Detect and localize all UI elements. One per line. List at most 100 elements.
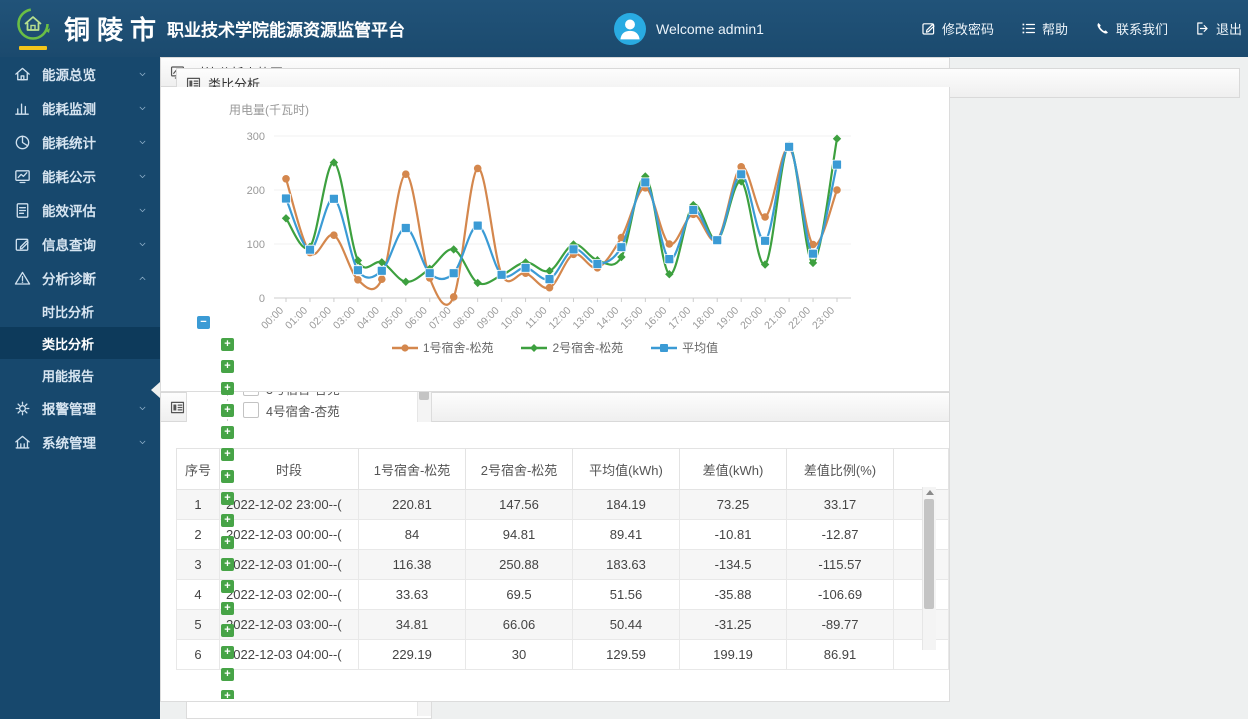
svg-text:08:00: 08:00: [451, 305, 478, 332]
sidebar-item-system-management[interactable]: 系统管理: [0, 425, 160, 459]
sidebar-item-efficiency-evaluation[interactable]: 能效评估: [0, 193, 160, 227]
app-root: 铜陵市 职业技术学院能源资源监管平台 Welcome admin1 修改密码 帮助…: [0, 0, 1248, 719]
chart-body: 用电量(千瓦时) 0 100 200 300 00:00 01:00 02:00 03:00 04…: [160, 87, 950, 392]
svg-text:200: 200: [247, 185, 265, 197]
table-cell: 73.25: [679, 489, 787, 520]
table-cell: 3: [176, 549, 220, 580]
expand-icon[interactable]: +: [221, 601, 234, 615]
edit-icon: [922, 23, 935, 35]
sidebar-subitem-analogy-analysis[interactable]: 类比分析: [0, 327, 160, 359]
compare-table-panel: 对比分析列表 序号时段1号宿舍-松苑2号宿舍-松苑平均值(kWh)差值(kWh)…: [160, 392, 950, 702]
sidebar-subitem-time-compare-analysis[interactable]: 时比分析: [0, 295, 160, 327]
svg-text:14:00: 14:00: [594, 305, 621, 332]
table-scrollbar-thumb[interactable]: [924, 499, 934, 609]
header-menu-help[interactable]: 帮助: [1020, 19, 1068, 38]
tree-checkbox[interactable]: [243, 402, 259, 418]
note-edit-icon: [15, 238, 29, 251]
table-cell-gutter: [893, 519, 949, 550]
table-cell: 6: [176, 639, 220, 670]
table-cell: 199.19: [679, 639, 787, 670]
column-header: 1号宿舍-松苑: [358, 448, 466, 490]
table-scrollbar[interactable]: [922, 487, 936, 650]
expand-icon[interactable]: +: [221, 689, 234, 699]
table-cell-gutter: [893, 489, 949, 520]
table-cell: 2022-12-02 23:00--(: [219, 489, 359, 520]
user-avatar-icon[interactable]: [614, 12, 647, 45]
sidebar-item-energy-overview[interactable]: 能源总览: [0, 57, 160, 91]
table-cell: 2022-12-03 02:00--(: [219, 579, 359, 610]
expand-icon[interactable]: +: [221, 491, 234, 505]
legend-label: 平均值: [682, 341, 719, 355]
table-cell-gutter: [893, 609, 949, 640]
panel-form-icon: [170, 401, 185, 413]
header-menu-change-password[interactable]: 修改密码: [920, 19, 994, 38]
expand-icon[interactable]: +: [221, 359, 234, 373]
table-cell: 69.5: [465, 579, 573, 610]
sidebar-nav: 能源总览能耗监测 能耗统计 能耗公示 能效评估 信息查询分析诊断时比分析 类比分析 用能报告…: [0, 57, 160, 719]
tree-node: +4号宿舍-杏苑: [197, 399, 431, 421]
list-icon: [1022, 23, 1035, 34]
table-cell: 34.81: [358, 609, 466, 640]
chevron-down-icon: [139, 106, 146, 110]
column-header: 差值比例(%): [786, 448, 894, 490]
trend-monitor-icon: [15, 169, 30, 183]
scroll-up-arrow[interactable]: [926, 490, 934, 495]
header-menu-contact-us[interactable]: 联系我们: [1094, 19, 1168, 38]
legend-marker-diamond-icon: [521, 343, 548, 352]
series-平均值: [281, 141, 842, 285]
sidebar-subitem-energy-report[interactable]: 用能报告: [0, 359, 160, 391]
table-row: 3 2022-12-03 01:00--(116.38 250.88 183.63 -1…: [176, 549, 949, 580]
expand-icon[interactable]: +: [221, 535, 234, 549]
expand-icon[interactable]: +: [221, 337, 234, 351]
svg-text:11:00: 11:00: [523, 305, 550, 332]
expand-icon[interactable]: +: [221, 557, 234, 571]
chart-legend: 1号宿舍-松苑 2号宿舍-松苑 平均值: [161, 339, 949, 356]
main-content: 类比分析 能源类型：电周期：日分析时间：2022-12-03 查 询 −铜陵职业…: [160, 57, 1248, 719]
sidebar-item-label: 能源总览: [42, 68, 96, 83]
svg-text:10:00: 10:00: [499, 305, 526, 332]
chevron-down-icon: [139, 140, 146, 144]
svg-text:21:00: 21:00: [762, 305, 789, 332]
expand-icon[interactable]: +: [221, 403, 234, 417]
sidebar-item-analysis-diagnosis[interactable]: 分析诊断: [0, 261, 160, 295]
table-row: 4 2022-12-03 02:00--(33.63 69.5 51.56 -35.88…: [176, 579, 949, 610]
svg-text:09:00: 09:00: [475, 305, 502, 332]
sidebar-item-info-query[interactable]: 信息查询: [0, 227, 160, 261]
expand-icon[interactable]: +: [221, 579, 234, 593]
table-body: 序号 时段 1号宿舍-松苑 2号宿舍-松苑 平均值(kWh) 差值(kWh) 差值比例(%)…: [160, 422, 950, 702]
collapse-icon[interactable]: −: [197, 315, 210, 329]
table-row: 2 2022-12-03 00:00--(84 94.81 89.41 -10.81 -1…: [176, 519, 949, 550]
sidebar-item-consumption-publicity[interactable]: 能耗公示: [0, 159, 160, 193]
expand-icon[interactable]: +: [221, 513, 234, 527]
expand-icon[interactable]: +: [221, 425, 234, 439]
sidebar-item-consumption-monitor[interactable]: 能耗监测: [0, 91, 160, 125]
home-icon: [15, 67, 30, 80]
legend-item[interactable]: 平均值: [651, 339, 718, 356]
svg-text:00:00: 00:00: [259, 305, 286, 332]
legend-item[interactable]: 1号宿舍-松苑: [391, 339, 493, 356]
sidebar-item-label: 分析诊断: [42, 272, 96, 287]
table-cell: 183.63: [572, 549, 680, 580]
expand-icon[interactable]: +: [221, 667, 234, 681]
expand-icon[interactable]: +: [221, 623, 234, 637]
expand-icon[interactable]: +: [221, 381, 234, 395]
header-menu-label: 帮助: [1041, 22, 1068, 37]
table-row: 6 2022-12-03 04:00--(229.19 30 129.59 199.19…: [176, 639, 949, 670]
sidebar-item-alarm-management[interactable]: 报警管理: [0, 391, 160, 425]
table-cell: 50.44: [572, 609, 680, 640]
sidebar-item-consumption-stats[interactable]: 能耗统计: [0, 125, 160, 159]
table-cell: -12.87: [786, 519, 894, 550]
expand-icon[interactable]: +: [221, 447, 234, 461]
table-cell: 86.91: [786, 639, 894, 670]
table-cell: 5: [176, 609, 220, 640]
legend-item[interactable]: 2号宿舍-松苑: [521, 339, 623, 356]
svg-text:用电量(千瓦时): 用电量(千瓦时): [229, 103, 309, 117]
svg-text:03:00: 03:00: [331, 305, 358, 332]
expand-icon[interactable]: +: [221, 469, 234, 483]
welcome-text: Welcome admin1: [656, 20, 764, 37]
tree-node-label[interactable]: 4号宿舍-杏苑: [266, 401, 340, 420]
brand-subtitle: 职业技术学院能源资源监管平台: [167, 21, 406, 40]
header-menu-logout[interactable]: 退出: [1194, 19, 1242, 38]
expand-icon[interactable]: +: [221, 645, 234, 659]
app-logo: [12, 4, 56, 54]
